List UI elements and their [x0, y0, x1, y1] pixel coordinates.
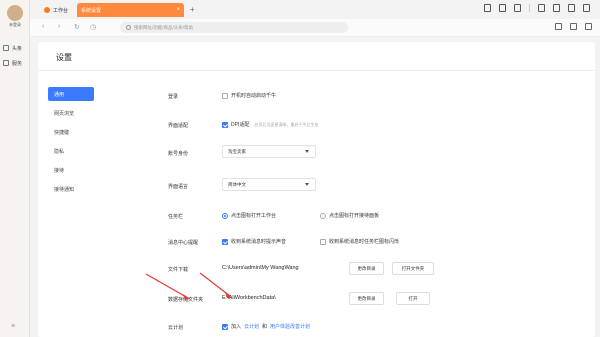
- tab-workbench[interactable]: 工作台: [40, 3, 76, 17]
- left-sidebar: 未登录 头条 服务 ≡: [0, 0, 30, 337]
- maximize-icon[interactable]: [568, 4, 575, 12]
- menu-icon[interactable]: ≡: [11, 323, 17, 330]
- close-icon[interactable]: ×: [176, 7, 180, 13]
- navigation-bar: ‹ › ↻ ◷ 搜索网址/功能/商品/头条/帮助: [30, 19, 600, 37]
- settings-panel: 设置 通用 网页浏览 快捷键 隐私 接待 接待通知 登录 开机时自动启动千牛 界…: [38, 42, 595, 337]
- chat-icon[interactable]: [570, 23, 577, 30]
- address-placeholder: 搜索网址/功能/商品/头条/帮助: [134, 24, 193, 30]
- shield-icon[interactable]: [538, 4, 545, 12]
- search-icon: [126, 25, 131, 30]
- nav-tools: [555, 23, 592, 30]
- forward-icon[interactable]: ›: [58, 23, 60, 30]
- window-controls: [484, 4, 590, 12]
- tab-label: 工作台: [53, 7, 69, 14]
- sidebar-item-label: 头条: [12, 45, 23, 52]
- calendar-icon[interactable]: [499, 4, 506, 12]
- user-icon[interactable]: [514, 4, 521, 12]
- tab-system-settings[interactable]: 系统设置 ×: [77, 3, 184, 17]
- annotation-arrow-line: [145, 273, 189, 299]
- sidebar-item-services[interactable]: 服务: [3, 58, 29, 68]
- sidebar-item-label: 服务: [12, 60, 23, 67]
- avatar[interactable]: [7, 5, 23, 21]
- message-icon[interactable]: [585, 23, 592, 30]
- refresh-icon[interactable]: ↻: [74, 23, 80, 31]
- divider: [529, 4, 530, 12]
- screenshot-icon[interactable]: [555, 23, 562, 30]
- sidebar-item-news[interactable]: 头条: [3, 43, 29, 53]
- grid-icon: [3, 60, 9, 66]
- add-tab-icon[interactable]: +: [190, 5, 195, 14]
- address-input[interactable]: 搜索网址/功能/商品/头条/帮助: [120, 22, 348, 33]
- back-icon[interactable]: ‹: [42, 23, 44, 30]
- news-icon: [3, 45, 9, 51]
- annotation-arrow-head: [183, 294, 190, 300]
- avatar-name: 未登录: [9, 22, 21, 27]
- workbench-icon: [44, 7, 50, 13]
- close-window-icon[interactable]: [583, 4, 590, 12]
- tab-label: 系统设置: [81, 7, 102, 14]
- minimize-icon[interactable]: [553, 4, 560, 12]
- phone-icon[interactable]: [484, 4, 491, 12]
- history-icon[interactable]: ◷: [90, 23, 96, 31]
- annotation-arrows: [145, 272, 232, 300]
- tab-bar: 工作台 系统设置 × +: [30, 0, 600, 19]
